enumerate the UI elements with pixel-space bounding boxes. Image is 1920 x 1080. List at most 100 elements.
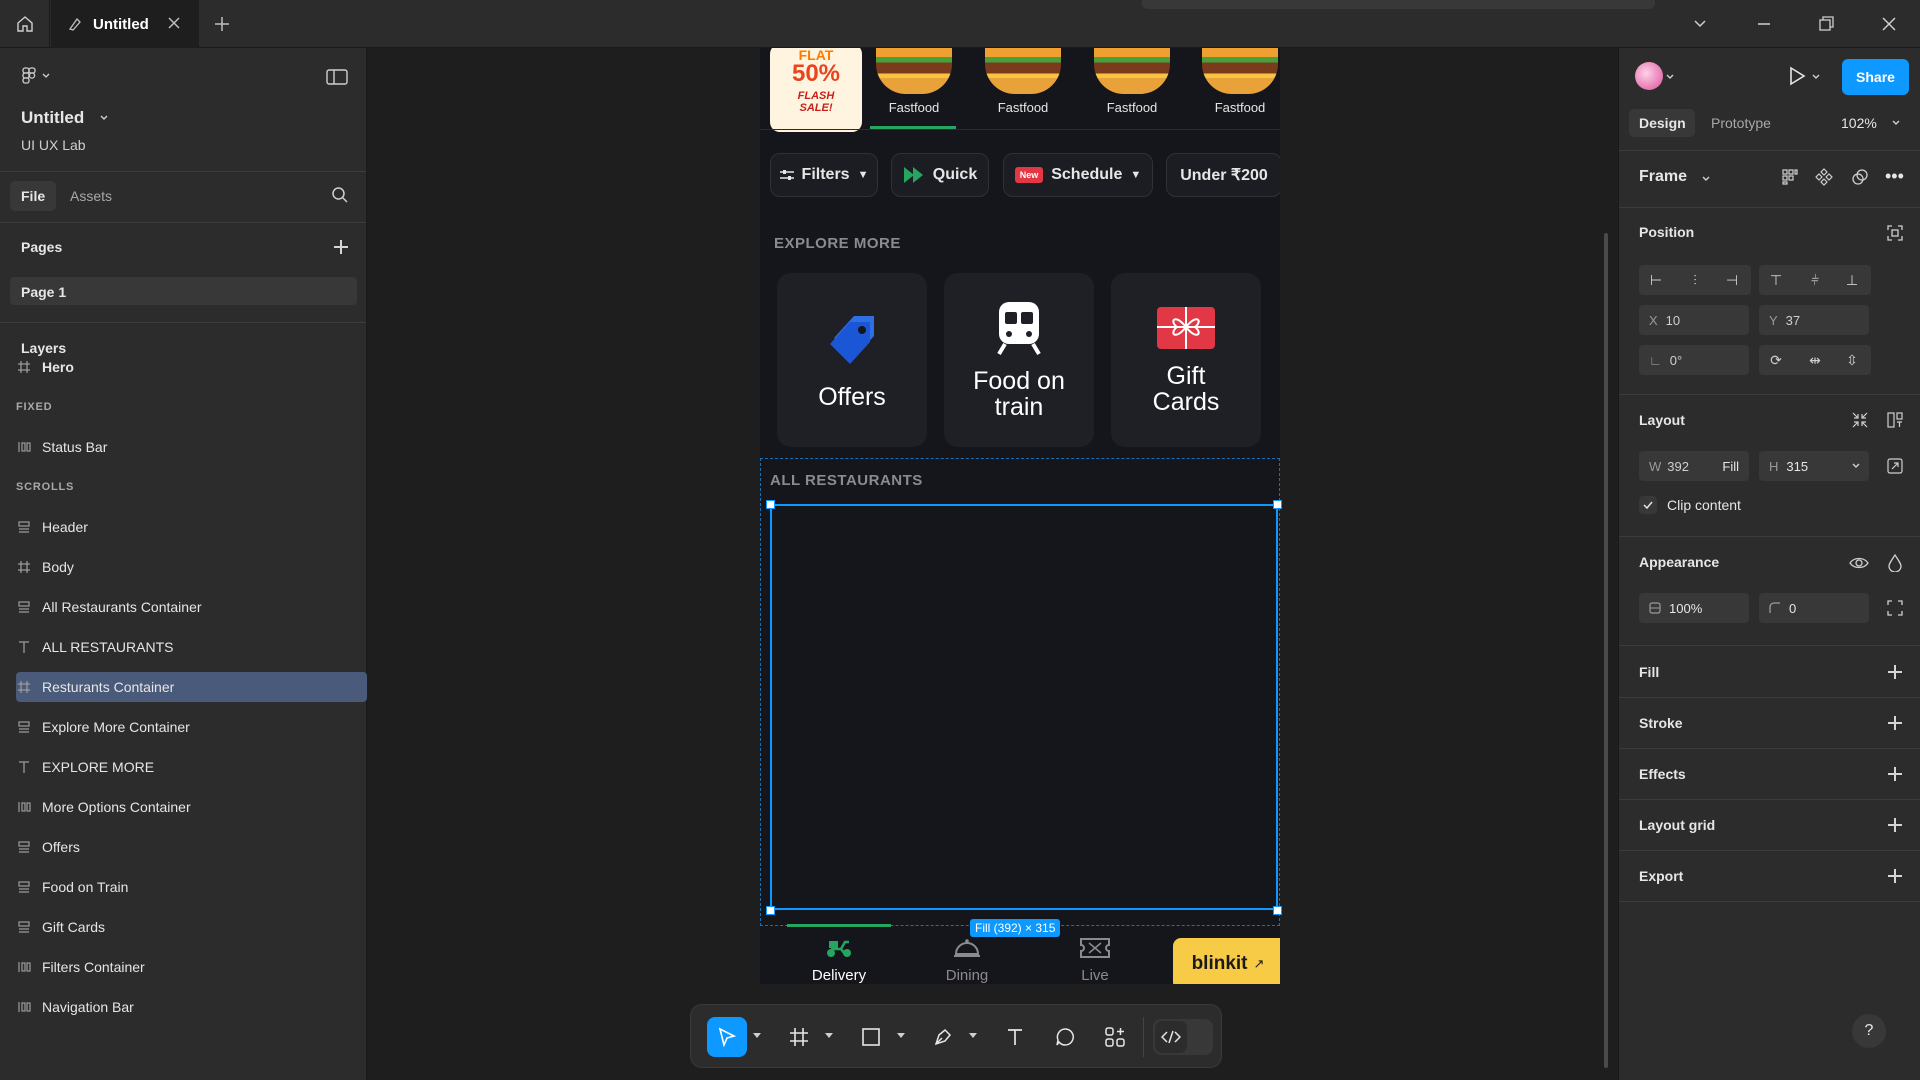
canvas-scrollbar[interactable] xyxy=(1604,233,1608,1068)
pen-tool-button[interactable] xyxy=(923,1017,963,1057)
rotation-field[interactable]: ∟ 0° xyxy=(1639,345,1749,375)
grid-view-icon[interactable] xyxy=(1781,168,1799,186)
corner-radius-field[interactable]: 0 xyxy=(1759,593,1869,623)
shape-tool-button[interactable] xyxy=(851,1017,891,1057)
avatar[interactable] xyxy=(1635,62,1663,90)
layer-item[interactable]: More Options Container xyxy=(16,792,367,822)
width-field[interactable]: W 392 Fill xyxy=(1639,451,1749,481)
layer-item[interactable]: Resturants Container xyxy=(16,672,367,702)
constraints-icon[interactable] xyxy=(1887,225,1903,241)
gift-cards-tile[interactable]: Gift Cards xyxy=(1111,273,1261,447)
layer-item[interactable]: Filters Container xyxy=(16,952,367,982)
offers-tile[interactable]: Offers xyxy=(777,273,927,447)
layer-item[interactable]: Offers xyxy=(16,832,367,862)
layer-item[interactable]: Status Bar xyxy=(16,432,367,462)
layer-item[interactable]: Header xyxy=(16,512,367,542)
mask-icon[interactable] xyxy=(1851,168,1869,186)
text-tool-button[interactable] xyxy=(995,1017,1035,1057)
chevron-down-icon[interactable] xyxy=(1690,14,1710,34)
resize-handle[interactable] xyxy=(1273,906,1282,915)
close-tab-icon[interactable] xyxy=(165,14,183,32)
resize-to-fit-icon[interactable] xyxy=(1887,458,1903,474)
chevron-down-icon[interactable] xyxy=(1665,72,1675,82)
rotate-90-icon[interactable]: ⟳ xyxy=(1767,351,1785,369)
zoom-level[interactable]: 102% xyxy=(1841,115,1877,131)
schedule-chip[interactable]: New Schedule ▼ xyxy=(1003,153,1153,197)
quick-chip[interactable]: Quick xyxy=(891,153,989,197)
comment-tool-button[interactable] xyxy=(1045,1017,1085,1057)
layer-item[interactable]: All Restaurants Container xyxy=(16,592,367,622)
resize-handle[interactable] xyxy=(1273,500,1282,509)
food-on-train-tile[interactable]: Food on train xyxy=(944,273,1094,447)
y-field[interactable]: Y 37 xyxy=(1759,305,1869,335)
flip-horizontal-icon[interactable]: ⇹ xyxy=(1806,351,1824,369)
add-page-icon[interactable] xyxy=(333,239,349,255)
tab-file[interactable]: File xyxy=(21,188,45,204)
move-tool-button[interactable] xyxy=(707,1017,747,1057)
blinkit-button[interactable]: blinkit ↗ xyxy=(1173,938,1280,984)
opacity-field[interactable]: 100% xyxy=(1639,593,1749,623)
under-200-chip[interactable]: Under ₹200 xyxy=(1166,153,1280,197)
file-tab[interactable]: Untitled xyxy=(51,0,199,48)
layer-item[interactable]: Gift Cards xyxy=(16,912,367,942)
w-mode[interactable]: Fill xyxy=(1722,459,1739,474)
file-name[interactable]: Untitled xyxy=(21,108,84,128)
add-effect-icon[interactable] xyxy=(1887,766,1903,782)
align-bottom-icon[interactable]: ⊥ xyxy=(1843,271,1861,289)
chevron-down-icon[interactable] xyxy=(1891,118,1901,128)
category-item[interactable]: Fastfood xyxy=(1195,48,1280,115)
collapse-layout-icon[interactable] xyxy=(1852,412,1868,428)
new-tab-icon[interactable] xyxy=(210,12,234,36)
restore-icon[interactable] xyxy=(1816,14,1836,34)
category-item[interactable]: Fastfood xyxy=(869,48,959,115)
chevron-down-icon[interactable] xyxy=(753,1033,761,1038)
chevron-down-icon[interactable] xyxy=(1851,461,1861,471)
category-item[interactable]: Fastfood xyxy=(978,48,1068,115)
dev-mode-toggle[interactable] xyxy=(1153,1019,1213,1055)
selection-box[interactable] xyxy=(770,504,1278,910)
align-right-icon[interactable]: ⊣ xyxy=(1723,271,1741,289)
blend-mode-drop-icon[interactable] xyxy=(1887,554,1903,572)
flash-sale-card[interactable]: FLAT 50% FLASH SALE! xyxy=(770,48,862,132)
chevron-down-icon[interactable] xyxy=(98,112,110,124)
layer-item[interactable]: Body xyxy=(16,552,367,582)
present-play-icon[interactable] xyxy=(1787,66,1807,86)
component-icon[interactable] xyxy=(1815,168,1833,186)
design-canvas[interactable]: FLAT 50% FLASH SALE! Fastfood Fastfood F… xyxy=(368,48,1618,1080)
tab-assets[interactable]: Assets xyxy=(70,188,112,204)
eye-icon[interactable] xyxy=(1849,555,1869,571)
layer-item[interactable]: Hero xyxy=(16,352,367,382)
search-icon[interactable] xyxy=(331,186,349,204)
flip-vertical-icon[interactable]: ⇳ xyxy=(1843,351,1861,369)
align-center-vertical-icon[interactable]: ⫩ xyxy=(1806,271,1824,289)
layer-item[interactable]: Food on Train xyxy=(16,872,367,902)
align-top-icon[interactable]: ⊤ xyxy=(1767,271,1785,289)
align-center-horizontal-icon[interactable]: ⫶ xyxy=(1686,271,1704,289)
auto-layout-icon[interactable] xyxy=(1887,412,1903,428)
nav-dining[interactable]: Dining xyxy=(916,938,1018,984)
close-icon[interactable] xyxy=(1879,14,1899,34)
chevron-down-icon[interactable] xyxy=(825,1033,833,1038)
resize-handle[interactable] xyxy=(766,500,775,509)
chevron-down-icon[interactable] xyxy=(1701,174,1711,184)
clip-content-checkbox[interactable] xyxy=(1639,496,1657,514)
chevron-down-icon[interactable] xyxy=(897,1033,905,1038)
add-layout-grid-icon[interactable] xyxy=(1887,817,1903,833)
nav-live[interactable]: Live xyxy=(1044,938,1146,984)
chevron-down-icon[interactable] xyxy=(969,1033,977,1038)
layer-item[interactable]: EXPLORE MORE xyxy=(16,752,367,782)
more-options-icon[interactable]: ••• xyxy=(1885,166,1904,187)
layer-item[interactable]: Explore More Container xyxy=(16,712,367,742)
add-export-icon[interactable] xyxy=(1887,868,1903,884)
tab-design[interactable]: Design xyxy=(1639,115,1686,131)
align-left-icon[interactable]: ⊢ xyxy=(1647,271,1665,289)
team-name[interactable]: UI UX Lab xyxy=(21,137,86,153)
tab-prototype[interactable]: Prototype xyxy=(1711,115,1771,131)
toggle-sidebar-icon[interactable] xyxy=(326,68,348,86)
chevron-down-icon[interactable] xyxy=(1811,72,1821,82)
help-button[interactable]: ? xyxy=(1852,1014,1886,1048)
nav-delivery[interactable]: Delivery xyxy=(788,938,890,984)
main-menu-icon[interactable] xyxy=(20,66,54,86)
x-field[interactable]: X 10 xyxy=(1639,305,1749,335)
share-button[interactable]: Share xyxy=(1842,59,1909,95)
